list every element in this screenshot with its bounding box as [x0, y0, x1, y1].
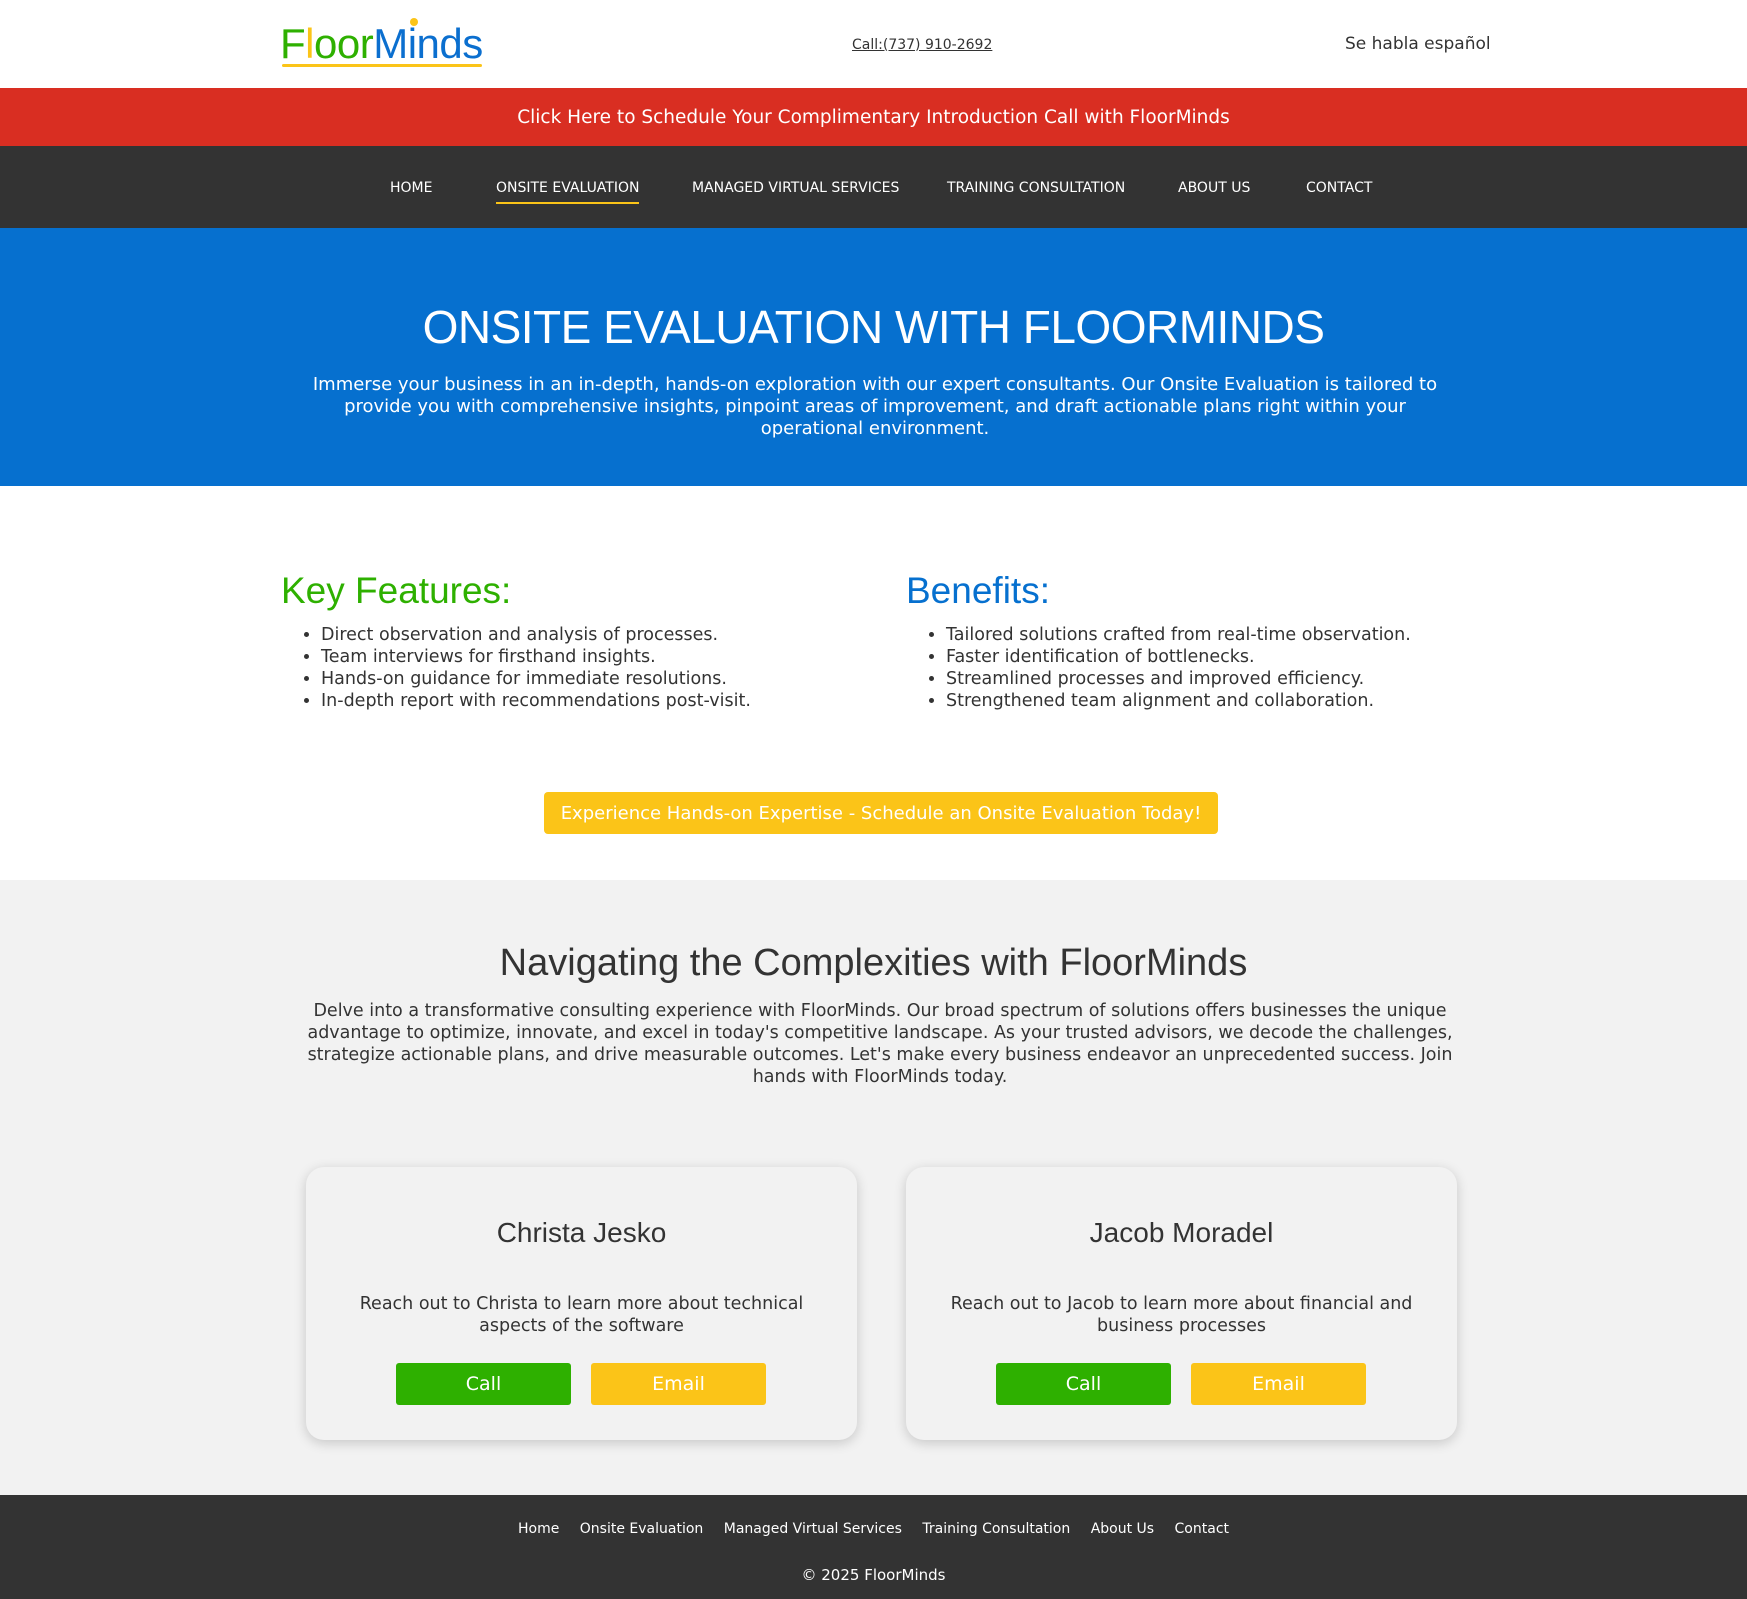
list-item: Faster identification of bottlenecks. — [946, 646, 1466, 668]
call-button[interactable]: Call — [996, 1363, 1171, 1405]
email-button[interactable]: Email — [591, 1363, 766, 1405]
site-header: FloorMinds Call:(737) 910-2692 Se habla … — [0, 0, 1747, 88]
call-button[interactable]: Call — [396, 1363, 571, 1405]
footer-link-managed-virtual-services[interactable]: Managed Virtual Services — [724, 1521, 902, 1537]
nav-item-training-consultation[interactable]: TRAINING CONSULTATION — [947, 180, 1125, 196]
list-item: Streamlined processes and improved effic… — [946, 668, 1466, 690]
list-item: Tailored solutions crafted from real-tim… — [946, 624, 1466, 646]
schedule-onsite-evaluation-button[interactable]: Experience Hands-on Expertise - Schedule… — [544, 792, 1218, 834]
contact-name: Christa Jesko — [496, 1217, 667, 1248]
contact-description: Reach out to Christa to learn more about… — [359, 1294, 804, 1336]
nav-item-about-us[interactable]: ABOUT US — [1178, 180, 1250, 196]
list-item: Strengthened team alignment and collabor… — [946, 690, 1466, 712]
navigating-text: Delve into a transformative consulting e… — [307, 1001, 1453, 1087]
footer-link-onsite-evaluation[interactable]: Onsite Evaluation — [580, 1521, 704, 1537]
footer-link-about-us[interactable]: About Us — [1091, 1521, 1154, 1537]
hero-section: ONSITE EVALUATION WITH FLOORMINDS Immers… — [0, 228, 1747, 486]
key-features-heading: Key Features: — [281, 570, 512, 611]
logo-letter-l: l — [305, 20, 314, 67]
nav-item-onsite-evaluation[interactable]: ONSITE EVALUATION — [496, 180, 640, 204]
hero-description: Immerse your business in an in-depth, ha… — [312, 374, 1438, 439]
email-button[interactable]: Email — [1191, 1363, 1366, 1405]
navigating-section: Navigating the Complexities with FloorMi… — [0, 880, 1747, 1495]
contact-name: Jacob Moradel — [1089, 1217, 1274, 1248]
page-title: ONSITE EVALUATION WITH FLOORMINDS — [422, 301, 1325, 353]
nav-item-contact[interactable]: CONTACT — [1306, 180, 1372, 196]
list-item: Hands-on guidance for immediate resoluti… — [321, 668, 841, 690]
benefits-column: Benefits: Tailored solutions crafted fro… — [906, 570, 1466, 712]
logo-text-oor: oor — [314, 20, 374, 67]
contact-card-jacob: Jacob Moradel Reach out to Jacob to lear… — [906, 1167, 1457, 1440]
logo-text-minds: Minds — [373, 20, 483, 67]
site-footer: Home Onsite Evaluation Managed Virtual S… — [0, 1495, 1747, 1599]
main-nav: HOME ONSITE EVALUATION MANAGED VIRTUAL S… — [0, 146, 1747, 228]
list-item: In-depth report with recommendations pos… — [321, 690, 841, 712]
floorminds-logo[interactable]: FloorMinds — [280, 18, 483, 68]
contact-card-christa: Christa Jesko Reach out to Christa to le… — [306, 1167, 857, 1440]
footer-link-contact[interactable]: Contact — [1175, 1521, 1229, 1537]
copyright: © 2025 FloorMinds — [801, 1566, 946, 1584]
nav-item-home[interactable]: HOME — [390, 180, 432, 196]
phone-call-link[interactable]: Call:(737) 910-2692 — [852, 37, 992, 53]
features-section: Key Features: Direct observation and ana… — [0, 486, 1747, 880]
footer-link-training-consultation[interactable]: Training Consultation — [922, 1521, 1070, 1537]
logo-letter-f: F — [280, 20, 306, 67]
navigating-heading: Navigating the Complexities with FloorMi… — [499, 942, 1248, 984]
schedule-call-banner[interactable]: Click Here to Schedule Your Complimentar… — [0, 88, 1747, 146]
contact-description: Reach out to Jacob to learn more about f… — [950, 1294, 1413, 1336]
footer-nav: Home Onsite Evaluation Managed Virtual S… — [0, 1521, 1747, 1537]
list-item: Direct observation and analysis of proce… — [321, 624, 841, 646]
benefits-heading: Benefits: — [906, 570, 1050, 611]
footer-link-home[interactable]: Home — [518, 1521, 559, 1537]
benefits-list: Tailored solutions crafted from real-tim… — [906, 624, 1466, 712]
list-item: Team interviews for firsthand insights. — [321, 646, 841, 668]
lightbulb-icon — [410, 18, 418, 26]
logo-underline — [282, 64, 482, 67]
key-features-list: Direct observation and analysis of proce… — [281, 624, 841, 712]
key-features-column: Key Features: Direct observation and ana… — [281, 570, 841, 712]
nav-item-managed-virtual-services[interactable]: MANAGED VIRTUAL SERVICES — [692, 180, 899, 196]
language-note: Se habla español — [1345, 34, 1491, 54]
schedule-call-banner-text: Click Here to Schedule Your Complimentar… — [517, 106, 1230, 128]
